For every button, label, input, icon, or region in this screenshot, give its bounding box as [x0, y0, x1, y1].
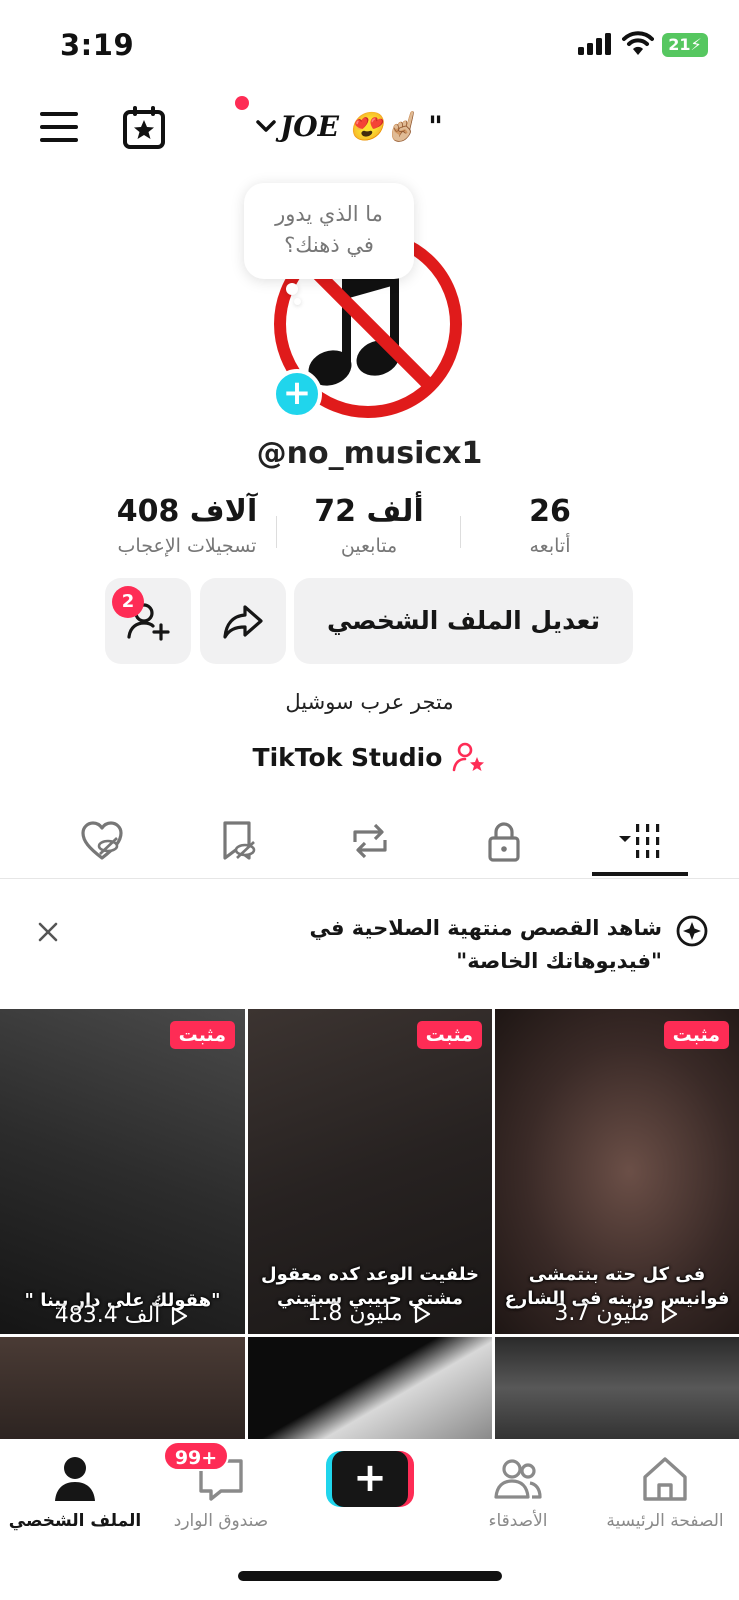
play-icon — [661, 1304, 677, 1323]
view-count: 1.8 مليون — [248, 1301, 492, 1326]
video-grid: مثبت فى كل حته بنتمشى فوانيس وزينه فى ال… — [0, 1009, 739, 1439]
add-story-button[interactable]: + — [272, 369, 322, 419]
studio-label: TikTok Studio — [252, 742, 443, 772]
likes-label: تسجيلات الإعجاب — [117, 535, 257, 557]
followers-label: متابعين — [340, 535, 398, 557]
stories-banner-text: شاهد القصص منتهية الصلاحية في "فيديوهاتك… — [309, 916, 663, 973]
status-bar: 3:19 21⚡ — [0, 0, 739, 90]
followers-stat[interactable]: 72 ألف متابعين — [274, 492, 464, 557]
nav-home[interactable]: الصفحة الرئيسية — [590, 1453, 739, 1531]
nav-profile-label: الملف الشخصي — [8, 1511, 142, 1531]
nav-friends-label: الأصدقاء — [488, 1511, 548, 1531]
share-icon — [223, 605, 263, 639]
tiktok-studio-link[interactable]: TikTok Studio — [0, 740, 739, 774]
profile-icon — [55, 1457, 95, 1501]
tab-liked[interactable] — [62, 818, 142, 868]
tab-reposts[interactable] — [330, 818, 410, 868]
cellular-signal-icon — [578, 33, 611, 55]
pinned-badge: مثبت — [663, 1021, 729, 1049]
video-thumbnail[interactable]: مثبت "هقولك على دار بينا " 483.4 ألف — [0, 1009, 245, 1334]
hidden-heart-icon — [81, 821, 123, 860]
friends-icon — [494, 1459, 542, 1499]
following-stat[interactable]: 26 أتابعه — [455, 492, 645, 557]
status-time: 3:19 — [60, 28, 135, 62]
followers-count: 72 ألف — [314, 494, 424, 529]
tab-private[interactable] — [464, 818, 544, 868]
nav-profile[interactable]: الملف الشخصي — [0, 1453, 150, 1531]
video-thumbnail[interactable]: مثبت فى كل حته بنتمشى فوانيس وزينه فى ال… — [495, 1009, 739, 1334]
plus-icon: + — [332, 1451, 408, 1507]
home-indicator — [238, 1571, 502, 1581]
account-switcher[interactable]: JOE 😍☝🏼 " — [254, 106, 443, 146]
video-thumbnail[interactable] — [0, 1337, 245, 1439]
wifi-icon — [622, 31, 654, 55]
grid-videos-icon — [619, 824, 660, 858]
home-icon — [643, 1457, 687, 1501]
hidden-bookmark-icon — [223, 821, 256, 860]
likes-count: 408 آلاف — [116, 494, 258, 529]
calendar-star-icon[interactable] — [122, 104, 166, 150]
bubble-line-1: ما الذي يدور — [275, 202, 383, 226]
following-count: 26 — [529, 494, 571, 529]
profile-bio: متجر عرب سوشيل — [285, 690, 454, 714]
play-icon — [414, 1304, 430, 1323]
lock-icon — [488, 822, 520, 862]
edit-profile-button[interactable]: تعديل الملف الشخصي — [294, 578, 633, 664]
nav-inbox-label: صندوق الوارد — [173, 1511, 269, 1531]
view-count-label: 1.8 مليون — [307, 1301, 403, 1326]
repost-icon — [353, 823, 387, 859]
following-label: أتابعه — [529, 535, 571, 557]
video-thumbnail[interactable]: مثبت خلفيت الوعد كده معقول مشتي حبيبي سب… — [248, 1009, 492, 1334]
status-bubble[interactable]: ما الذي يدور في ذهنك؟ — [244, 183, 414, 279]
video-thumbnail[interactable] — [248, 1337, 492, 1439]
close-icon[interactable] — [34, 918, 62, 946]
view-count-label: 483.4 ألف — [54, 1303, 161, 1328]
likes-stat[interactable]: 408 آلاف تسجيلات الإعجاب — [92, 492, 282, 557]
bubble-line-2: في ذهنك؟ — [284, 233, 374, 257]
video-thumbnail[interactable] — [495, 1337, 739, 1439]
pinned-badge: مثبت — [169, 1021, 235, 1049]
tab-favorites[interactable] — [198, 818, 278, 868]
account-name: JOE 😍☝🏼 " — [280, 109, 443, 143]
username: @no_musicx1 — [256, 436, 483, 471]
create-button[interactable]: + — [326, 1451, 414, 1507]
tab-videos[interactable] — [600, 818, 680, 868]
view-count-label: 3.7 مليون — [554, 1301, 650, 1326]
play-icon — [172, 1306, 188, 1325]
battery-indicator: 21⚡ — [662, 33, 708, 57]
view-count: 483.4 ألف — [0, 1303, 245, 1328]
creator-star-icon — [453, 742, 485, 772]
nav-home-label: الصفحة الرئيسية — [606, 1511, 724, 1531]
notification-dot — [235, 96, 249, 110]
friends-badge: 2 — [112, 586, 144, 618]
pinned-badge: مثبت — [416, 1021, 482, 1049]
charging-icon: ⚡ — [690, 35, 702, 54]
active-tab-indicator — [592, 872, 688, 876]
battery-level: 21 — [668, 35, 691, 54]
sparkle-icon — [676, 915, 708, 947]
chevron-down-icon — [256, 120, 276, 132]
tab-divider — [0, 878, 739, 879]
view-count: 3.7 مليون — [495, 1301, 739, 1326]
inbox-badge: 99+ — [163, 1441, 229, 1471]
bubble-tail — [286, 283, 298, 295]
share-profile-button[interactable] — [200, 578, 286, 664]
bubble-tail-small — [294, 298, 301, 305]
menu-icon[interactable] — [38, 108, 82, 146]
nav-friends[interactable]: الأصدقاء — [443, 1453, 593, 1531]
